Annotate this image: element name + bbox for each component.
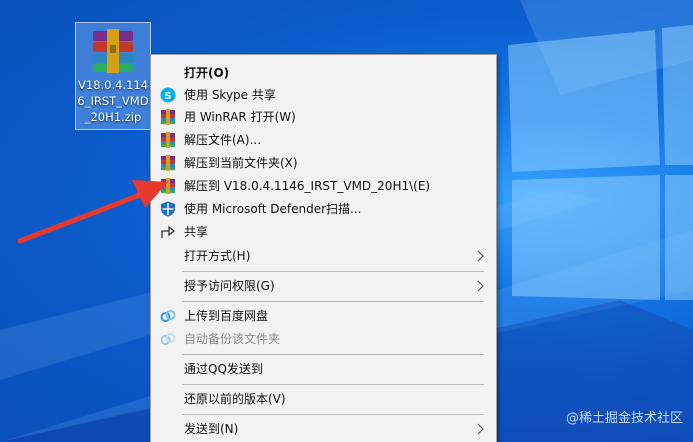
watermark: @稀土掘金技术社区 <box>565 411 683 426</box>
desktop-background: V18.0.4.1146_IRST_VMD_20H1.zip 打开(O) S 使… <box>0 0 693 442</box>
annotation-arrow <box>17 180 168 244</box>
